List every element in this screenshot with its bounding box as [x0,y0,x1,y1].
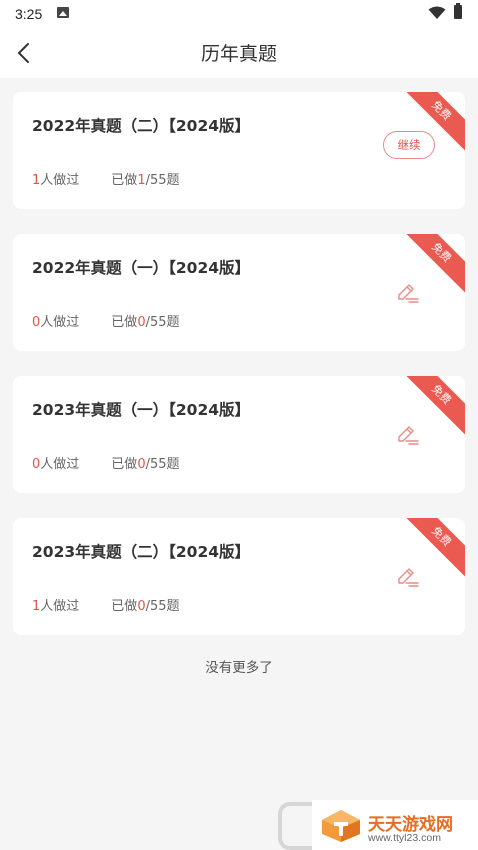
wifi-icon [428,6,446,19]
no-more-text: 没有更多了 [205,660,273,676]
pen-icon[interactable] [396,424,420,446]
exam-title: 2022年真题（二）【2024版】 [32,117,251,135]
people-label: 人做过 [40,173,80,188]
exam-stats: 1人做过 已做1/55题 [32,169,180,188]
exam-card[interactable]: 2022年真题（一）【2024版】 0人做过 已做0/55题 免费 [13,234,465,351]
done-total: /55题 [145,173,180,188]
exam-card[interactable]: 2023年真题（一）【2024版】 0人做过 已做0/55题 免费 [13,376,465,493]
pen-icon[interactable] [396,282,420,304]
exam-stats: 0人做过 已做0/55题 [32,453,180,472]
done-count: 0 [137,599,146,614]
image-notification-icon [57,7,69,18]
header-bar: 历年真题 [0,28,478,78]
done-total: /55题 [145,599,180,614]
battery-icon [454,3,462,19]
done-label: 已做 [111,599,138,614]
watermark: 天天游戏网 www.ttyl23.com [312,800,478,850]
exam-title: 2023年真题（一）【2024版】 [32,401,251,419]
exam-stats: 1人做过 已做0/55题 [32,595,180,614]
done-count: 1 [137,173,146,188]
done-total: /55题 [145,315,180,330]
exam-card[interactable]: 2023年真题（二）【2024版】 1人做过 已做0/55题 免费 [13,518,465,635]
continue-button[interactable]: 继续 [383,131,435,159]
done-count: 0 [137,315,146,330]
page-title: 历年真题 [200,43,277,65]
pen-icon[interactable] [396,566,420,588]
people-label: 人做过 [40,457,80,472]
done-count: 0 [137,457,146,472]
people-label: 人做过 [40,315,80,330]
watermark-logo-icon [322,810,360,842]
done-total: /55题 [145,457,180,472]
status-bar: 3:25 [0,0,478,28]
watermark-url: www.ttyl23.com [368,832,441,844]
status-time: 3:25 [15,6,43,22]
done-label: 已做 [111,315,138,330]
exam-title: 2022年真题（一）【2024版】 [32,259,251,277]
done-label: 已做 [111,173,138,188]
exam-title: 2023年真题（二）【2024版】 [32,543,251,561]
people-label: 人做过 [40,599,80,614]
exam-stats: 0人做过 已做0/55题 [32,311,180,330]
exam-card[interactable]: 2022年真题（二）【2024版】 1人做过 已做1/55题 免费 继续 [13,92,465,209]
done-label: 已做 [111,457,138,472]
